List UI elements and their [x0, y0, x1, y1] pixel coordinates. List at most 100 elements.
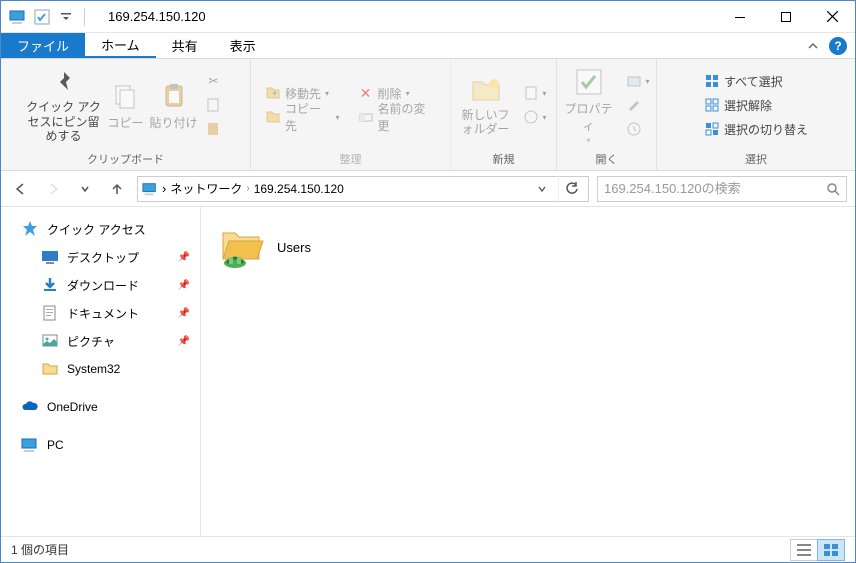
window-title: 169.254.150.120 [108, 9, 206, 24]
navitem-quick-access[interactable]: クイック アクセス [1, 215, 200, 243]
paste-shortcut-button[interactable] [200, 117, 228, 141]
help-icon[interactable]: ? [829, 37, 847, 55]
address-box[interactable]: › ネットワーク › 169.254.150.120 [137, 176, 589, 202]
history-icon [626, 121, 642, 137]
star-icon [21, 220, 39, 238]
copy-to-button[interactable]: コピー先 ▾ [259, 105, 346, 129]
edit-icon [626, 97, 642, 113]
properties-icon [573, 66, 605, 98]
onedrive-icon [21, 398, 39, 416]
address-dropdown-icon[interactable] [530, 177, 554, 201]
invert-icon [704, 121, 720, 137]
select-none-icon [704, 97, 720, 113]
group-label-clipboard: クリップボード [87, 151, 164, 170]
ribbon: クイック アクセスにピン留めする コピー 貼り付け ✂ [1, 59, 855, 171]
navitem-documents[interactable]: ドキュメント 📌 [1, 299, 200, 327]
search-icon[interactable] [826, 182, 840, 196]
group-label-select: 選択 [745, 151, 767, 170]
group-label-organize: 整理 [340, 151, 362, 170]
address-bar: › ネットワーク › 169.254.150.120 [1, 171, 855, 207]
navitem-desktop[interactable]: デスクトップ 📌 [1, 243, 200, 271]
downloads-icon [41, 276, 59, 294]
collapse-ribbon-icon[interactable] [807, 40, 819, 52]
folder-icon [41, 360, 59, 378]
paste-button[interactable]: 貼り付け [148, 78, 200, 133]
desktop-icon [41, 248, 59, 266]
back-button[interactable] [9, 177, 33, 201]
pin-icon: 📌 [178, 308, 190, 319]
item-name: Users [277, 240, 311, 255]
list-item[interactable]: Users [213, 219, 433, 275]
status-text: 1 個の項目 [11, 541, 69, 558]
delete-icon: ✕ [358, 85, 374, 101]
ribbon-tabs: ファイル ホーム 共有 表示 ? [1, 33, 855, 59]
pin-icon: 📌 [178, 252, 190, 263]
documents-icon [41, 304, 59, 322]
edit-button[interactable] [620, 93, 656, 117]
titlebar: 169.254.150.120 [1, 1, 855, 33]
refresh-button[interactable] [558, 176, 584, 202]
cut-button[interactable]: ✂ [200, 69, 228, 93]
forward-button[interactable] [41, 177, 65, 201]
pictures-icon [41, 332, 59, 350]
tab-home[interactable]: ホーム [85, 33, 156, 58]
crumb-host[interactable]: 169.254.150.120 [254, 182, 344, 196]
pin-icon [48, 66, 80, 98]
search-box[interactable] [597, 176, 847, 202]
open-button[interactable]: ▾ [620, 69, 656, 93]
rename-icon [358, 109, 374, 125]
navigation-pane[interactable]: クイック アクセス デスクトップ 📌 ダウンロード 📌 ドキュメント 📌 [1, 207, 201, 536]
copy-to-icon [265, 109, 281, 125]
navitem-pictures[interactable]: ピクチャ 📌 [1, 327, 200, 355]
maximize-button[interactable] [763, 1, 809, 33]
group-label-open: 開く [596, 151, 618, 170]
new-folder-button[interactable]: 新しいフォルダー [455, 72, 517, 139]
pc-icon [21, 436, 39, 454]
cut-icon: ✂ [206, 73, 222, 89]
navitem-onedrive[interactable]: OneDrive [1, 393, 200, 421]
main-area: クイック アクセス デスクトップ 📌 ダウンロード 📌 ドキュメント 📌 [1, 207, 855, 536]
qat-dropdown-icon[interactable] [57, 8, 75, 26]
paste-icon [158, 80, 190, 112]
move-to-icon [265, 85, 281, 101]
crumb-network[interactable]: ネットワーク › [170, 180, 249, 197]
group-label-new: 新規 [493, 151, 515, 170]
view-large-icons-button[interactable] [817, 539, 845, 561]
tab-file[interactable]: ファイル [1, 33, 85, 58]
pc-icon [9, 8, 27, 26]
select-none-button[interactable]: 選択解除 [698, 93, 814, 117]
view-details-button[interactable] [790, 539, 818, 561]
easy-access-icon [523, 109, 539, 125]
tab-view[interactable]: 表示 [214, 33, 272, 58]
select-all-icon [704, 73, 720, 89]
tab-share[interactable]: 共有 [156, 33, 214, 58]
navitem-pc[interactable]: PC [1, 431, 200, 459]
select-all-button[interactable]: すべて選択 [698, 69, 814, 93]
rename-button[interactable]: 名前の変更 [352, 105, 442, 129]
navitem-system32[interactable]: System32 [1, 355, 200, 383]
copy-path-button[interactable] [200, 93, 228, 117]
minimize-button[interactable] [717, 1, 763, 33]
status-bar: 1 個の項目 [1, 536, 855, 562]
pin-to-quick-access-button[interactable]: クイック アクセスにピン留めする [24, 64, 104, 145]
qat-properties-icon[interactable] [33, 8, 51, 26]
new-folder-icon [470, 74, 502, 106]
copy-button[interactable]: コピー [104, 78, 148, 133]
crumb-root-sep[interactable]: › [162, 181, 166, 196]
invert-selection-button[interactable]: 選択の切り替え [698, 117, 814, 141]
close-button[interactable] [809, 1, 855, 33]
pin-icon: 📌 [178, 336, 190, 347]
content-pane[interactable]: Users [201, 207, 855, 536]
history-button[interactable] [620, 117, 656, 141]
new-item-button[interactable]: ▾ [517, 81, 553, 105]
pin-icon: 📌 [178, 280, 190, 291]
navitem-downloads[interactable]: ダウンロード 📌 [1, 271, 200, 299]
new-item-icon [523, 85, 539, 101]
search-input[interactable] [604, 181, 826, 196]
recent-locations-button[interactable] [73, 177, 97, 201]
separator [84, 8, 85, 26]
properties-button[interactable]: プロパティ ▾ [558, 64, 620, 147]
copy-path-icon [206, 97, 222, 113]
up-button[interactable] [105, 177, 129, 201]
easy-access-button[interactable]: ▾ [517, 105, 553, 129]
